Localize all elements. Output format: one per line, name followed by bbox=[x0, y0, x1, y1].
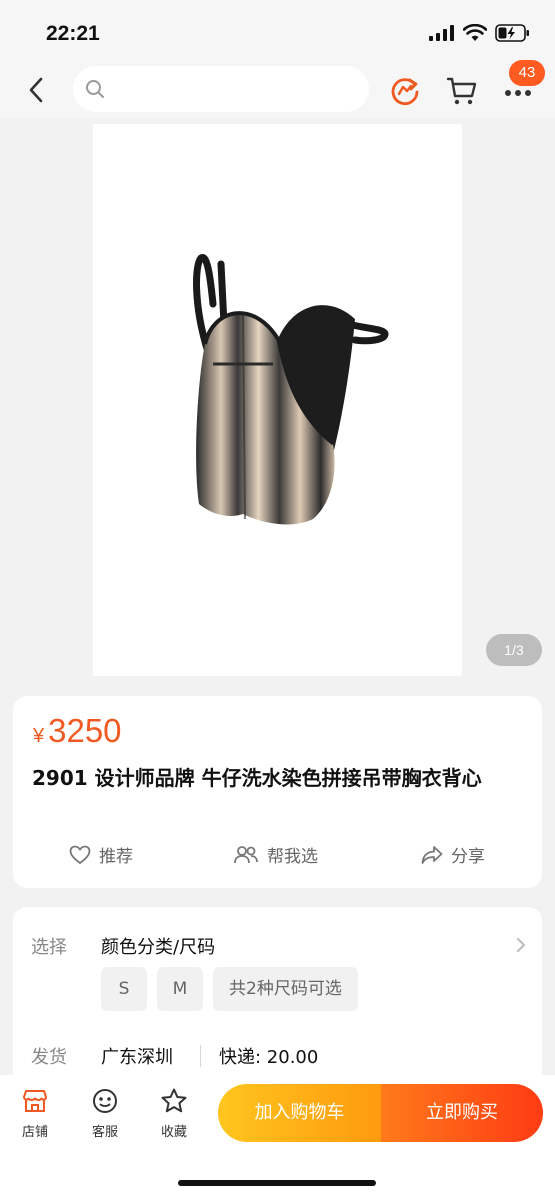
recommend-label: 推荐 bbox=[99, 847, 133, 867]
search-input[interactable] bbox=[113, 74, 353, 104]
recommend-button[interactable]: 推荐 bbox=[69, 842, 133, 867]
battery-icon bbox=[495, 24, 529, 42]
search-icon bbox=[86, 80, 104, 98]
ship-city: 广东深圳 bbox=[101, 1047, 173, 1068]
corset-top-image bbox=[193, 254, 389, 525]
heart-icon bbox=[69, 845, 91, 864]
shop-label: 店铺 bbox=[21, 1125, 48, 1140]
ship-label: 发货 bbox=[31, 1047, 67, 1068]
favorite-button[interactable]: 收藏 bbox=[149, 1087, 199, 1140]
price-row: ¥ 3250 bbox=[33, 712, 122, 750]
status-bar: 22:21 bbox=[0, 0, 555, 62]
chevron-right-icon[interactable] bbox=[516, 937, 526, 953]
status-icons bbox=[429, 24, 531, 42]
ship-divider bbox=[200, 1045, 201, 1067]
cart-nav-button[interactable] bbox=[445, 74, 479, 108]
size-chip-s[interactable]: S bbox=[101, 967, 147, 1011]
nav-bar: 43 bbox=[0, 60, 555, 118]
people-icon bbox=[234, 845, 258, 863]
share-arrow-icon bbox=[421, 845, 443, 864]
size-chips: S M 共2种尺码可选 bbox=[101, 967, 358, 1011]
message-count-badge: 43 bbox=[509, 60, 545, 86]
back-button[interactable] bbox=[20, 74, 52, 106]
product-image[interactable] bbox=[93, 124, 462, 676]
product-title: 2901 设计师品牌 牛仔洗水染色拼接吊带胸衣背心 bbox=[32, 766, 482, 790]
product-info-card: ¥ 3250 2901 设计师品牌 牛仔洗水染色拼接吊带胸衣背心 推荐 帮我选 … bbox=[13, 696, 542, 888]
share-label: 分享 bbox=[451, 847, 485, 867]
options-card: 选择 颜色分类/尺码 S M 共2种尺码可选 发货 广东深圳 快递: 20.00 bbox=[13, 907, 542, 1087]
select-value[interactable]: 颜色分类/尺码 bbox=[101, 933, 215, 959]
price-currency: ¥ bbox=[33, 725, 45, 747]
share-button[interactable] bbox=[388, 74, 422, 108]
wifi-icon bbox=[463, 24, 487, 41]
customer-service-button[interactable]: 客服 bbox=[80, 1087, 130, 1140]
signal-icon bbox=[429, 25, 454, 41]
size-count-chip[interactable]: 共2种尺码可选 bbox=[213, 967, 358, 1011]
chevron-left-icon bbox=[29, 77, 43, 103]
star-icon bbox=[161, 1088, 187, 1113]
ship-express-fee: 快递: 20.00 bbox=[219, 1047, 319, 1068]
favorite-label: 收藏 bbox=[160, 1125, 187, 1140]
search-box[interactable] bbox=[73, 66, 369, 112]
action-row: 推荐 帮我选 分享 bbox=[13, 842, 542, 872]
shop-button[interactable]: 店铺 bbox=[10, 1087, 60, 1140]
store-icon bbox=[23, 1090, 47, 1112]
cart-icon bbox=[446, 77, 477, 105]
share-action-button[interactable]: 分享 bbox=[421, 842, 485, 867]
add-to-cart-button[interactable]: 加入购物车 bbox=[218, 1084, 381, 1142]
help-choose-button[interactable]: 帮我选 bbox=[233, 842, 318, 867]
size-chip-m[interactable]: M bbox=[157, 967, 203, 1011]
select-label: 选择 bbox=[31, 937, 67, 958]
help-choose-label: 帮我选 bbox=[267, 847, 318, 867]
buy-now-button[interactable]: 立即购买 bbox=[381, 1084, 543, 1142]
chat-face-icon bbox=[93, 1089, 117, 1113]
price-value: 3250 bbox=[48, 712, 122, 749]
image-counter: 1/3 bbox=[486, 634, 542, 666]
share-refresh-icon bbox=[391, 78, 419, 105]
service-label: 客服 bbox=[91, 1125, 118, 1140]
home-indicator bbox=[178, 1180, 376, 1186]
status-time: 22:21 bbox=[46, 22, 100, 45]
